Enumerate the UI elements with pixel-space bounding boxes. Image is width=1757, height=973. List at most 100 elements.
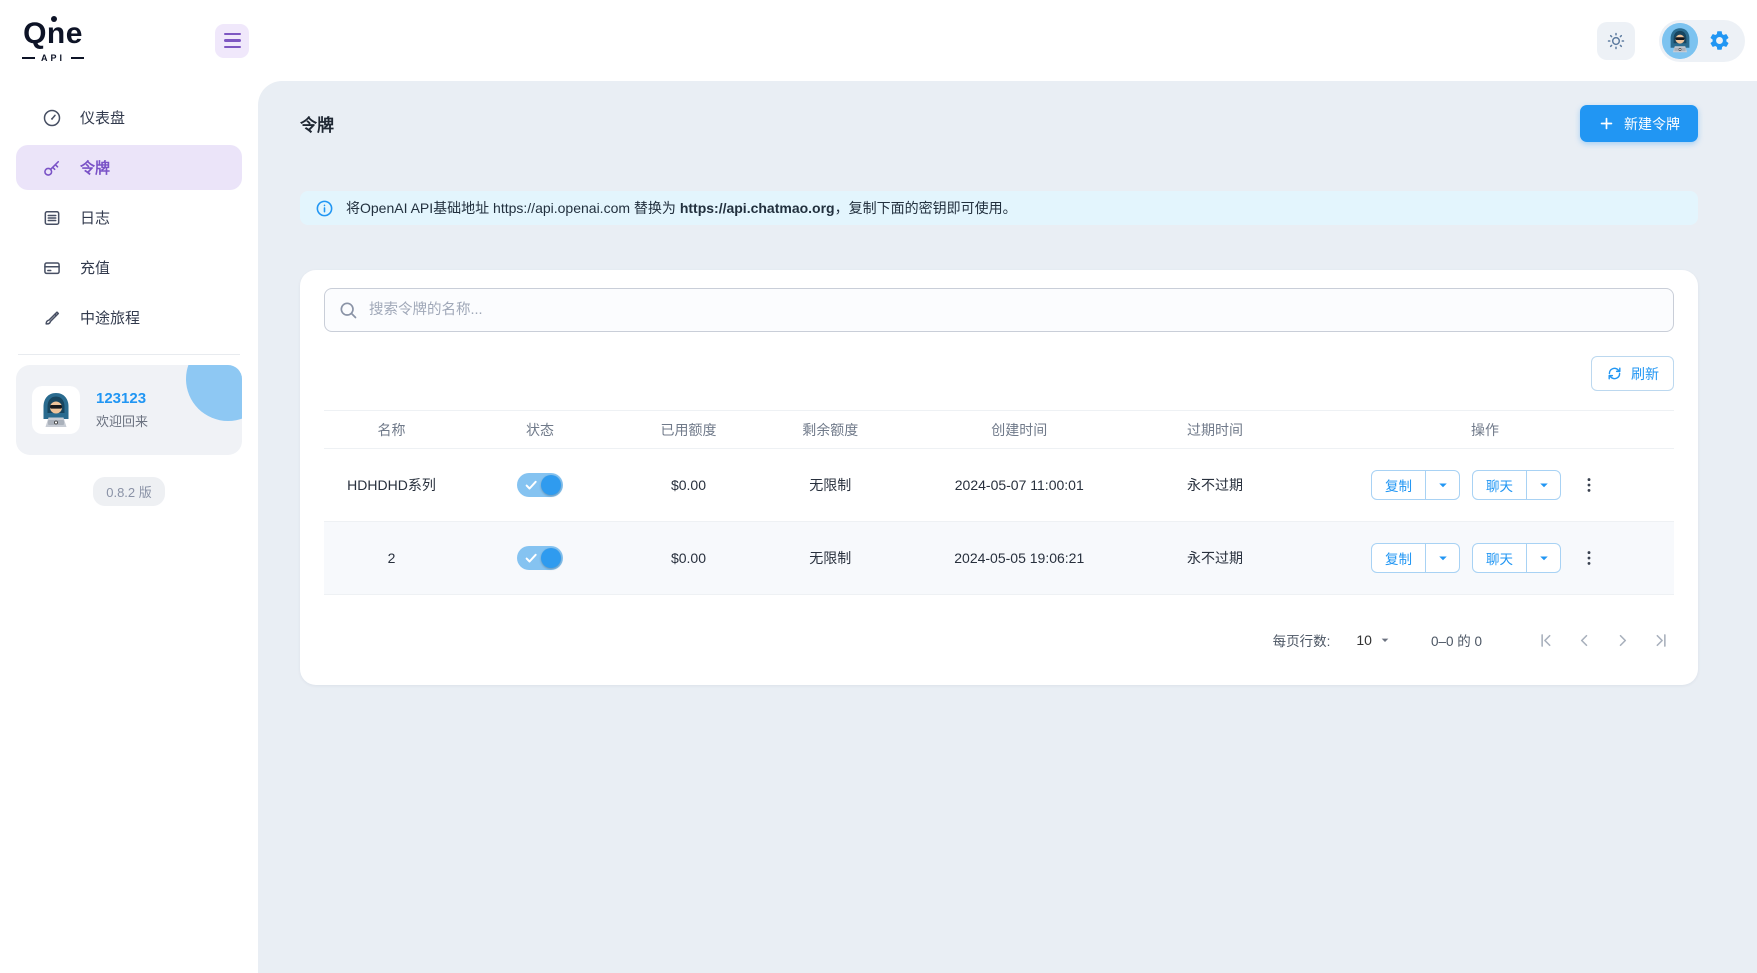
sidebar-item-label: 令牌 [80,160,111,177]
sidebar-item-label: 日志 [80,210,111,227]
version-badge: 0.8.2 版 [93,477,165,506]
sidebar-item-dashboard[interactable]: 仪表盘 [16,95,242,140]
chevron-down-icon [1381,638,1389,642]
remaining-quota: 无限制 [756,521,905,595]
user-avatar [32,386,80,434]
tokens-table: 名称 状态 已用额度 剩余额度 创建时间 过期时间 操作 HDHDHD系列 $0… [324,410,1674,595]
chevron-down-icon [1438,483,1447,488]
pagination: 每页行数: 10 0–0 的 0 [324,595,1674,685]
copy-dropdown-button[interactable] [1425,544,1459,572]
sidebar-item-logs[interactable]: 日志 [16,195,242,240]
chat-dropdown-button[interactable] [1526,544,1560,572]
refresh-icon [1606,365,1623,382]
copy-button[interactable]: 复制 [1372,471,1425,499]
app: Qne API 仪表盘 令牌 日志 充值 中途旅程 123123 欢迎回来 0.… [0,0,1757,973]
chevron-down-icon [1539,556,1548,561]
sidebar-toggle-button[interactable] [215,23,249,58]
chat-button[interactable]: 聊天 [1473,471,1526,499]
user-name: 123123 [96,390,147,407]
next-page-button[interactable] [1608,626,1636,654]
first-page-icon [1540,633,1550,647]
remaining-quota: 无限制 [756,448,905,522]
kebab-icon [1587,551,1591,565]
check-icon [524,551,538,565]
logs-icon [42,208,62,228]
used-quota: $0.00 [621,448,756,522]
expire-time: 永不过期 [1134,448,1296,522]
chevron-right-icon [1619,634,1626,646]
previous-page-button[interactable] [1570,626,1598,654]
refresh-button[interactable]: 刷新 [1591,356,1674,391]
row-more-actions-button[interactable] [1579,475,1599,495]
topbar-left: Qne API [0,15,258,63]
banner-text: 将OpenAI API基础地址 https://api.openai.com 替… [346,200,1017,216]
rows-per-page-select[interactable]: 10 [1356,632,1393,648]
sidebar: 仪表盘 令牌 日志 充值 中途旅程 123123 欢迎回来 0.8.2 版 [0,81,258,973]
used-quota: $0.00 [621,521,756,595]
key-icon [42,158,62,178]
chevron-down-icon [1438,556,1447,561]
column-created-time: 创建时间 [904,410,1134,449]
sidebar-item-tokens[interactable]: 令牌 [16,145,242,190]
copy-dropdown-button[interactable] [1425,471,1459,499]
theme-toggle-button[interactable] [1597,21,1635,60]
page-title: 令牌 [300,116,334,135]
column-used-quota: 已用额度 [621,410,756,449]
logo-subtitle: API [41,52,66,63]
sidebar-item-recharge[interactable]: 充值 [16,245,242,290]
avatar[interactable] [1662,22,1698,59]
chevron-down-icon [1539,483,1548,488]
sidebar-item-label: 中途旅程 [80,310,141,327]
last-page-button[interactable] [1646,626,1674,654]
search-icon [338,300,358,320]
topbar: Qne API [0,0,1757,81]
info-icon [315,199,334,218]
status-toggle[interactable] [517,546,563,570]
chevron-left-icon [1580,634,1587,646]
info-banner: 将OpenAI API基础地址 https://api.openai.com 替… [300,191,1698,225]
plus-icon [1598,115,1615,132]
sidebar-item-midjourney[interactable]: 中途旅程 [16,295,242,340]
sidebar-item-label: 充值 [80,260,111,277]
column-expire-time: 过期时间 [1134,410,1296,449]
sidebar-divider [18,354,240,355]
settings-gear-icon[interactable] [1708,29,1731,52]
table-row: 2 $0.00 无限制 2024-05-05 19:06:21 永不过期 复制 … [324,521,1674,595]
new-token-button[interactable]: 新建令牌 [1580,105,1698,142]
token-name: 2 [324,521,459,595]
search-input[interactable] [324,288,1674,332]
kebab-icon [1587,478,1591,492]
column-actions: 操作 [1296,410,1674,449]
status-toggle[interactable] [517,473,563,497]
table-header-row: 名称 状态 已用额度 剩余额度 创建时间 过期时间 操作 [324,410,1674,449]
first-page-button[interactable] [1532,626,1560,654]
check-icon [524,478,538,492]
main-content: 令牌 新建令牌 将OpenAI API基础地址 https://api.open… [258,81,1757,973]
user-greeting: 欢迎回来 [96,414,149,429]
column-name: 名称 [324,410,459,449]
copy-button[interactable]: 复制 [1372,544,1425,572]
sidebar-item-label: 仪表盘 [80,110,126,127]
last-page-icon [1656,633,1666,647]
sun-icon [1606,31,1626,51]
chat-button[interactable]: 聊天 [1473,544,1526,572]
logo: Qne API [22,15,85,63]
hamburger-icon [223,33,241,36]
dashboard-icon [42,108,62,128]
token-name: HDHDHD系列 [324,448,459,522]
user-card[interactable]: 123123 欢迎回来 [16,365,242,455]
logo-dot [51,15,58,22]
user-menu [1659,19,1745,62]
brush-icon [42,308,62,328]
created-time: 2024-05-05 19:06:21 [904,521,1134,595]
chat-dropdown-button[interactable] [1526,471,1560,499]
rows-per-page-label: 每页行数: [1272,634,1331,649]
expire-time: 永不过期 [1134,521,1296,595]
column-status: 状态 [459,410,621,449]
column-remaining-quota: 剩余额度 [756,410,905,449]
credit-card-icon [42,258,62,278]
tokens-card: 刷新 名称 状态 已用额度 剩余额度 创建时间 过期时间 操作 [300,270,1698,685]
row-more-actions-button[interactable] [1579,548,1599,568]
created-time: 2024-05-07 11:00:01 [904,448,1134,522]
pagination-range: 0–0 的 0 [1430,634,1482,649]
